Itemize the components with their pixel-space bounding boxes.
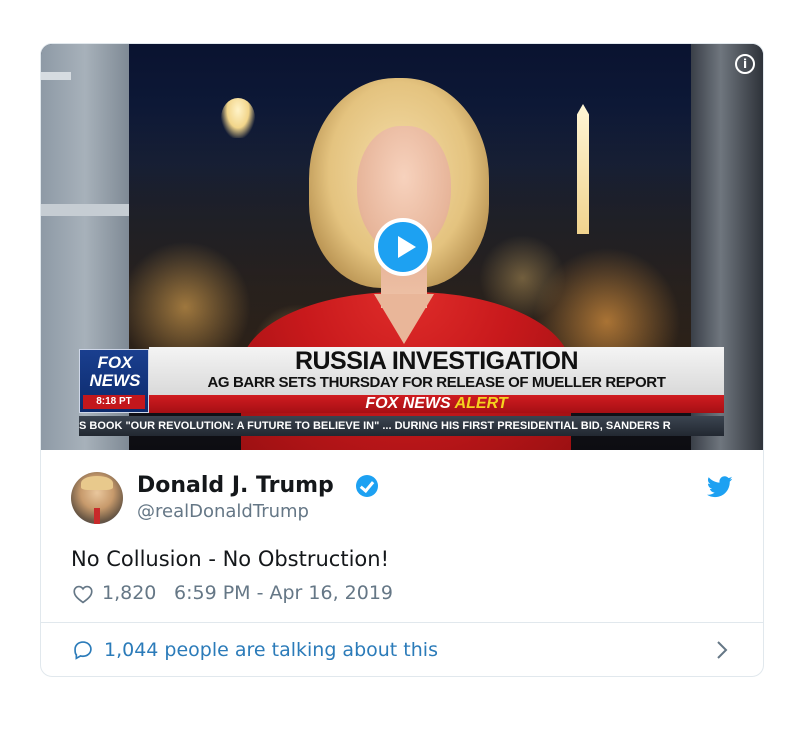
washington-monument: [577, 104, 589, 234]
chevron-right-icon[interactable]: [715, 639, 729, 661]
video-player[interactable]: i FOX NEWS 8:18 PT RUSSIA INVESTIGATION …: [41, 44, 763, 450]
like-count[interactable]: 1,820: [102, 580, 156, 606]
chyron-headline: RUSSIA INVESTIGATION: [294, 347, 579, 375]
logo-line-1: FOX: [97, 353, 133, 372]
alert-word: ALERT: [454, 395, 508, 412]
talking-about-text[interactable]: 1,044 people are talking about this: [104, 637, 438, 663]
tweet-embed-card: i FOX NEWS 8:18 PT RUSSIA INVESTIGATION …: [40, 43, 764, 677]
heart-icon[interactable]: [73, 585, 93, 604]
broadcast-time: 8:18 PT: [83, 395, 145, 409]
twitter-bird-icon[interactable]: [707, 476, 733, 498]
conversation-link[interactable]: 1,044 people are talking about this: [41, 623, 763, 676]
alert-brand: FOX NEWS: [365, 395, 451, 412]
capitol-dome: [221, 98, 255, 138]
verified-badge-icon: [356, 475, 378, 497]
tweet-timestamp[interactable]: 6:59 PM - Apr 16, 2019: [174, 580, 393, 606]
chyron: RUSSIA INVESTIGATION AG BARR SETS THURSD…: [149, 347, 724, 395]
chyron-subheadline: AG BARR SETS THURSDAY FOR RELEASE OF MUE…: [207, 374, 666, 391]
speech-bubble-icon: [74, 641, 92, 660]
news-ticker: S BOOK "OUR REVOLUTION: A FUTURE TO BELI…: [79, 416, 724, 436]
logo-line-2: NEWS: [89, 371, 141, 390]
tweet-text: No Collusion - No Obstruction!: [71, 547, 389, 571]
author-handle[interactable]: @realDonaldTrump: [137, 500, 309, 524]
fox-news-logo: FOX NEWS 8:18 PT: [79, 349, 149, 413]
author-name[interactable]: Donald J. Trump: [137, 472, 334, 500]
alert-bar: FOX NEWS ALERT: [149, 395, 724, 413]
play-button[interactable]: [374, 218, 432, 276]
info-icon[interactable]: i: [735, 54, 755, 74]
avatar[interactable]: [71, 472, 123, 524]
